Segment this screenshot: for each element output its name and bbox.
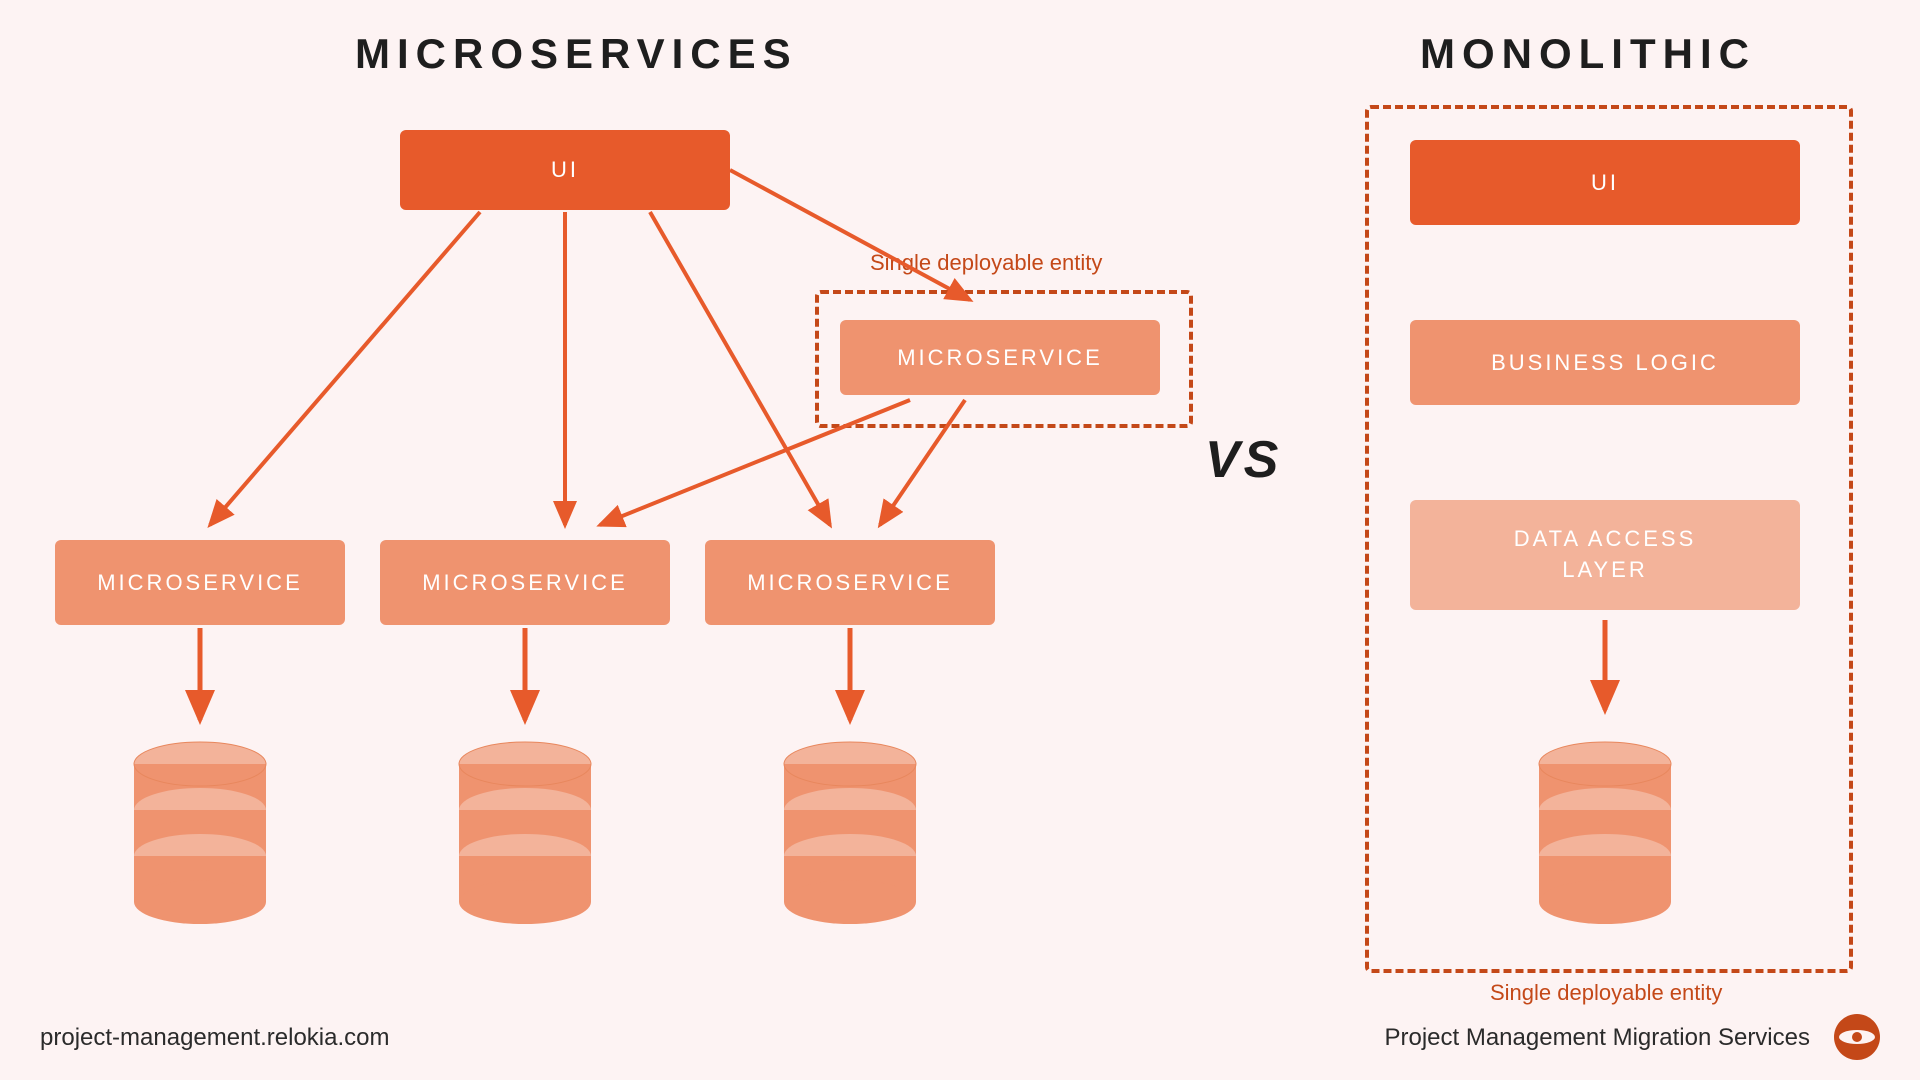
database-icon-3 — [780, 740, 920, 930]
block-data-access-layer: DATA ACCESS LAYER — [1410, 500, 1800, 610]
database-icon-1 — [130, 740, 270, 930]
block-ms-3: MICROSERVICE — [705, 540, 995, 625]
block-ms-1: MICROSERVICE — [55, 540, 345, 625]
diagram-canvas: MICROSERVICES MONOLITHIC VS UI Single de… — [0, 0, 1920, 1080]
heading-monolithic: MONOLITHIC — [1420, 30, 1756, 78]
database-icon-2 — [455, 740, 595, 930]
vs-label: VS — [1205, 430, 1282, 490]
deploy-caption-left: Single deployable entity — [870, 250, 1102, 276]
footer-url: project-management.relokia.com — [40, 1024, 390, 1052]
block-ms-2: MICROSERVICE — [380, 540, 670, 625]
deploy-caption-right: Single deployable entity — [1490, 980, 1722, 1006]
heading-microservices: MICROSERVICES — [355, 30, 798, 78]
block-ui-left: UI — [400, 130, 730, 210]
database-icon-mono — [1535, 740, 1675, 930]
brand-logo-icon — [1832, 1012, 1882, 1062]
block-ms-top: MICROSERVICE — [840, 320, 1160, 395]
footer-brand: Project Management Migration Services — [1384, 1024, 1810, 1052]
block-business-logic: BUSINESS LOGIC — [1410, 320, 1800, 405]
block-ui-right: UI — [1410, 140, 1800, 225]
